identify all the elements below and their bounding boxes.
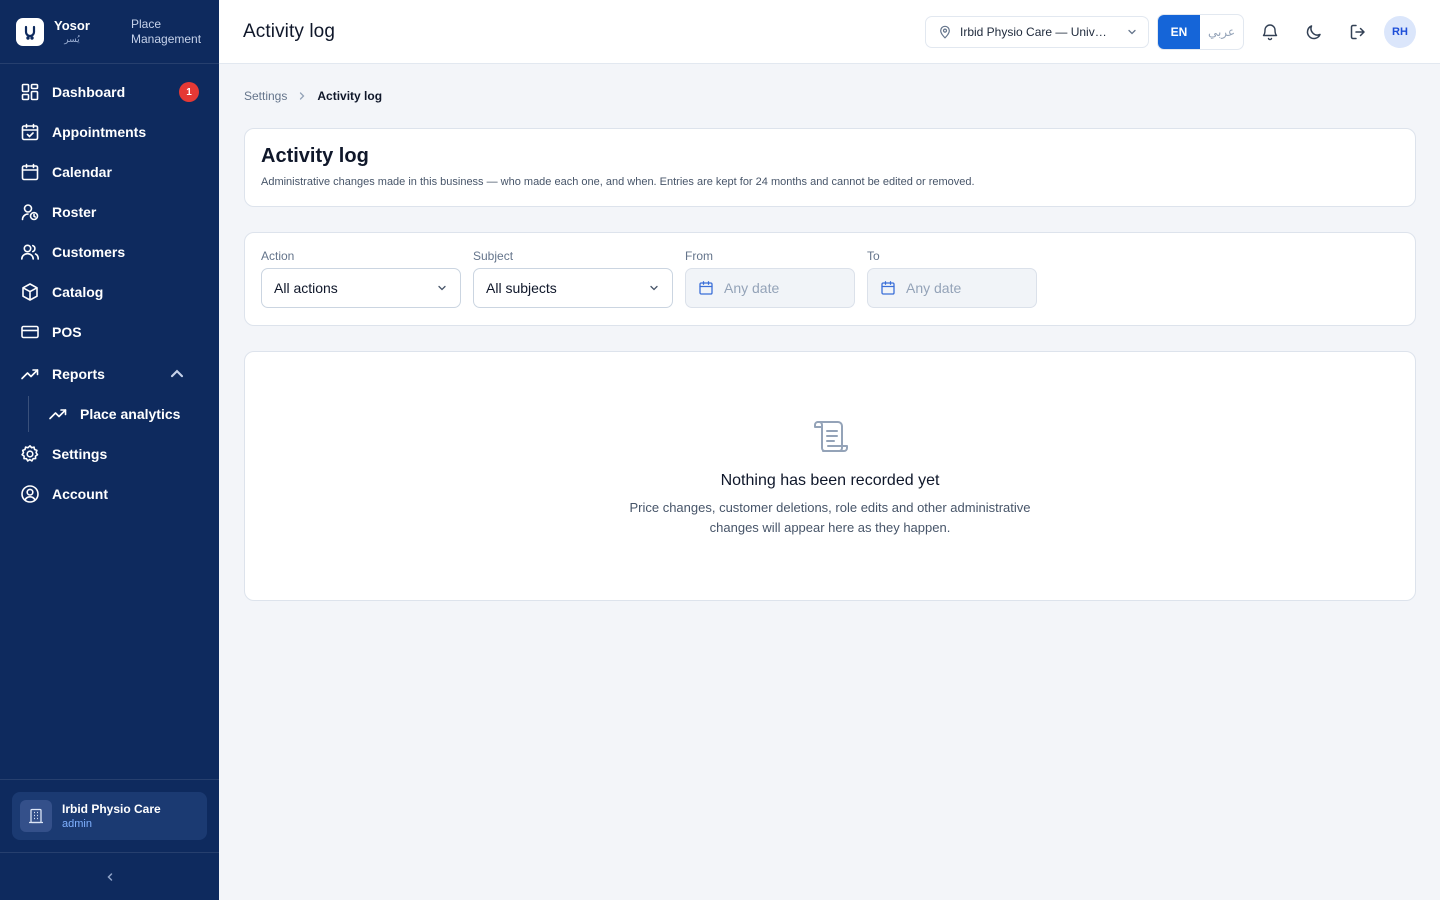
subject-filter: Subject All subjects bbox=[473, 249, 673, 309]
to-date-placeholder: Any date bbox=[906, 280, 962, 296]
top-header: Activity log Irbid Physio Care — Univers… bbox=[219, 0, 1440, 64]
empty-state-title: Nothing has been recorded yet bbox=[720, 472, 940, 489]
lang-ar-button[interactable]: عربي bbox=[1200, 15, 1243, 49]
from-date-placeholder: Any date bbox=[724, 280, 780, 296]
grid-icon bbox=[21, 83, 39, 101]
reports-submenu: Place analytics bbox=[28, 394, 219, 434]
sidebar-item-catalog[interactable]: Catalog bbox=[0, 272, 219, 312]
filters-card: Action All actions Subject All subjects … bbox=[244, 232, 1416, 326]
subject-select[interactable]: All subjects bbox=[473, 268, 673, 308]
sidebar-collapse-button[interactable] bbox=[0, 852, 219, 900]
business-name: Irbid Physio Care bbox=[62, 801, 161, 816]
action-filter-label: Action bbox=[261, 249, 295, 263]
brand-name-ar: يُسر bbox=[64, 34, 80, 44]
from-date-input[interactable]: Any date bbox=[685, 268, 855, 308]
sidebar-footer-divider: Irbid Physio Care admin bbox=[0, 779, 219, 840]
from-filter: From Any date bbox=[685, 249, 855, 309]
brand-name-en: Yosor bbox=[54, 18, 90, 33]
language-toggle: EN عربي bbox=[1157, 14, 1244, 50]
intro-description: Administrative changes made in this busi… bbox=[261, 176, 975, 188]
logout-icon[interactable] bbox=[1348, 22, 1368, 42]
sidebar-item-customers[interactable]: Customers bbox=[0, 232, 219, 272]
to-filter: To Any date bbox=[867, 249, 1037, 309]
sidebar-item-calendar[interactable]: Calendar bbox=[0, 152, 219, 192]
sidebar-item-label: Dashboard bbox=[52, 84, 126, 100]
box-icon bbox=[22, 283, 38, 301]
sidebar-item-label: Customers bbox=[52, 244, 126, 260]
map-pin-icon bbox=[940, 25, 950, 39]
user-clock-icon bbox=[21, 204, 39, 221]
sidebar-item-settings[interactable]: Settings bbox=[0, 434, 219, 474]
empty-state-description: Price changes, customer deletions, role … bbox=[629, 500, 1031, 535]
lang-en-button[interactable]: EN bbox=[1158, 15, 1200, 49]
brand-name: Yosor يُسر bbox=[54, 19, 90, 44]
main-content: Settings Activity log Activity log Admin… bbox=[244, 64, 1416, 601]
empty-state-card: Nothing has been recorded yet Price chan… bbox=[244, 351, 1416, 601]
user-avatar[interactable]: RH bbox=[1384, 16, 1416, 48]
chevron-right-icon bbox=[300, 92, 305, 100]
users-icon bbox=[21, 244, 39, 260]
sidebar-item-label: Settings bbox=[52, 446, 108, 462]
action-select-value: All actions bbox=[274, 280, 338, 296]
sidebar-item-label: Reports bbox=[52, 366, 105, 382]
chevron-left-icon bbox=[106, 872, 112, 881]
sidebar-item-label: POS bbox=[52, 324, 82, 340]
action-filter: Action All actions bbox=[261, 249, 461, 309]
calendar-icon bbox=[881, 281, 895, 295]
brand: Yosor يُسر Place Management bbox=[0, 0, 219, 64]
sidebar-item-pos[interactable]: POS bbox=[0, 312, 219, 352]
moon-icon[interactable] bbox=[1304, 22, 1324, 42]
chevron-down-icon bbox=[1128, 29, 1136, 35]
chevron-up-icon[interactable] bbox=[167, 364, 187, 384]
from-filter-label: From bbox=[685, 249, 713, 263]
sidebar-item-roster[interactable]: Roster bbox=[0, 192, 219, 232]
page-title: Activity log bbox=[243, 20, 336, 42]
sidebar-item-label: Appointments bbox=[52, 124, 147, 140]
sidebar-item-label: Place analytics bbox=[80, 406, 181, 422]
trend-icon bbox=[21, 369, 39, 380]
sidebar-footer: Irbid Physio Care admin bbox=[0, 779, 219, 900]
sidebar-item-label: Calendar bbox=[52, 164, 112, 180]
sidebar-item-label: Roster bbox=[52, 204, 97, 220]
scroll-icon bbox=[814, 421, 848, 452]
business-info: Irbid Physio Care admin bbox=[62, 803, 161, 830]
sidebar-item-account[interactable]: Account bbox=[0, 474, 219, 514]
trend-icon bbox=[49, 409, 67, 420]
sidebar-item-label: Account bbox=[52, 486, 108, 502]
gear-icon bbox=[21, 445, 39, 462]
breadcrumb: Settings Activity log bbox=[244, 89, 1416, 103]
sidebar-item-dashboard[interactable]: Dashboard 1 bbox=[0, 72, 219, 112]
subject-select-value: All subjects bbox=[486, 280, 557, 296]
brand-logo-icon[interactable] bbox=[16, 17, 44, 46]
calendar-icon bbox=[699, 281, 713, 295]
calendar-icon bbox=[21, 163, 39, 181]
breadcrumb-current: Activity log bbox=[317, 89, 383, 103]
sidebar-item-reports[interactable]: Reports bbox=[0, 354, 219, 394]
sidebar-item-place-analytics[interactable]: Place analytics bbox=[28, 394, 219, 434]
to-filter-label: To bbox=[867, 249, 880, 263]
business-role: admin bbox=[62, 817, 92, 830]
sidebar: Yosor يُسر Place Management Dashboard 1 … bbox=[0, 0, 219, 900]
subject-filter-label: Subject bbox=[473, 249, 514, 263]
building-icon bbox=[20, 800, 52, 832]
business-switcher[interactable]: Irbid Physio Care admin bbox=[12, 792, 207, 840]
calendar-check-icon bbox=[21, 123, 39, 141]
user-circle-icon bbox=[21, 485, 39, 503]
location-select-value: Irbid Physio Care — University Street bbox=[960, 25, 1110, 39]
chevron-down-icon bbox=[438, 285, 446, 291]
brand-subtitle: Place Management bbox=[131, 16, 202, 46]
sidebar-item-label: Catalog bbox=[52, 284, 104, 300]
location-select[interactable]: Irbid Physio Care — University Street bbox=[925, 16, 1149, 48]
to-date-input[interactable]: Any date bbox=[867, 268, 1037, 308]
breadcrumb-settings-link[interactable]: Settings bbox=[244, 89, 287, 103]
intro-title: Activity log bbox=[261, 145, 369, 167]
sidebar-item-appointments[interactable]: Appointments bbox=[0, 112, 219, 152]
bell-icon[interactable] bbox=[1260, 22, 1280, 42]
intro-card: Activity log Administrative changes made… bbox=[244, 128, 1416, 207]
credit-card-icon bbox=[21, 325, 39, 339]
sidebar-nav: Dashboard 1 Appointments Calendar Roster… bbox=[0, 64, 219, 514]
action-select[interactable]: All actions bbox=[261, 268, 461, 308]
chevron-down-icon bbox=[650, 285, 658, 291]
notification-badge: 1 bbox=[179, 82, 199, 102]
